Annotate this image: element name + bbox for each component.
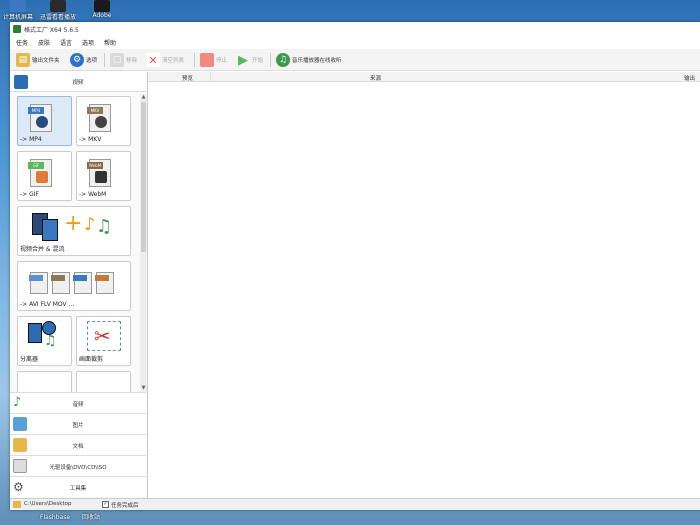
desktop-label-flashbase[interactable]: Flashbase: [40, 514, 70, 521]
menu-skin[interactable]: 皮肤: [38, 38, 50, 47]
output-folder-button[interactable]: ▤ 输出文件夹: [16, 52, 60, 68]
start-icon: ▶: [238, 52, 248, 68]
clear-icon: ✕: [146, 53, 160, 67]
menu-help[interactable]: 帮助: [104, 38, 116, 47]
toolbar: ▤ 输出文件夹 ⚙ 选项 ▢ 移除 ✕ 清空列表 停止 ▶ 开始 ♫ 音乐播放器…: [10, 49, 700, 71]
scroll-up-icon[interactable]: ▲: [140, 94, 147, 101]
menu-task[interactable]: 任务: [16, 38, 28, 47]
category-disc[interactable]: 光驱设备\DVD\CD\ISO: [10, 455, 146, 476]
scroll-thumb[interactable]: [141, 102, 146, 252]
scroll-down-icon[interactable]: ▼: [140, 385, 147, 392]
desktop-icon-label: Adobe: [92, 12, 112, 19]
column-output[interactable]: 输出: [684, 74, 695, 82]
webm-file-icon: WebM: [85, 157, 113, 187]
desktop-bottom-labels: Flashbase 回收站: [40, 512, 140, 524]
toolbar-separator: [270, 53, 271, 67]
output-path[interactable]: C:\Users\Desktop: [24, 501, 71, 507]
player-icon: [50, 0, 66, 12]
adobe-icon: [94, 0, 110, 12]
task-list[interactable]: 预览 来源 输出: [148, 72, 700, 498]
start-button[interactable]: ▶ 开始: [236, 52, 263, 68]
tile-gif[interactable]: GIF -> GIF: [17, 151, 72, 201]
desktop-icon-2[interactable]: 迅雷看看播放: [40, 0, 76, 22]
tile-merge-mux[interactable]: + ♪ ♫ 视频合并 & 混流: [17, 206, 131, 256]
monitor-icon: [10, 0, 26, 12]
remove-button[interactable]: ▢ 移除: [110, 52, 137, 68]
scissors-icon: ✂: [87, 321, 121, 351]
tile-splitter[interactable]: ♫ 分离器: [17, 316, 72, 366]
mp4-file-icon: MP4: [26, 102, 54, 132]
film-plus-music-icon: + ♪ ♫: [32, 211, 122, 241]
options-icon: ⚙: [70, 53, 84, 67]
title-bar: 格式工厂 X64 5.6.5: [10, 22, 700, 36]
tile-avi-flv-mov[interactable]: -> AVI FLV MOV ...: [17, 261, 131, 311]
folder-icon: ▤: [16, 53, 30, 67]
options-button[interactable]: ⚙ 选项: [70, 52, 97, 68]
app-icon: [13, 25, 21, 33]
category-document[interactable]: 文档: [10, 434, 146, 455]
remove-icon: ▢: [110, 53, 124, 67]
after-finish-checkbox[interactable]: ✓: [102, 501, 109, 508]
window-title: 格式工厂 X64 5.6.5: [24, 27, 79, 34]
category-panel: 视频 MP4 -> MP4 MKV -> MKV GIF -> GIF WebM…: [10, 72, 148, 498]
task-list-header: 预览 来源 输出: [148, 72, 700, 82]
category-image[interactable]: 图片: [10, 413, 146, 434]
tile-mkv[interactable]: MKV -> MKV: [76, 96, 131, 146]
tile-more-1[interactable]: [17, 371, 72, 392]
gif-file-icon: GIF: [26, 157, 54, 187]
tiles-scrollbar[interactable]: ▲ ▼: [140, 94, 147, 392]
category-tools[interactable]: ⚙ 工具集: [10, 476, 146, 497]
tile-crop[interactable]: ✂ 画面裁剪: [76, 316, 131, 366]
desktop-icon-label: 迅雷看看播放: [40, 14, 76, 21]
desktop-label-recycle[interactable]: 回收站: [82, 512, 100, 521]
desktop-icon-label: 计算机屏幕: [2, 14, 33, 21]
stop-button[interactable]: 停止: [200, 52, 227, 68]
column-source[interactable]: 来源: [370, 74, 381, 82]
after-finish-label: 任务完成后: [111, 503, 139, 509]
video-tiles: MP4 -> MP4 MKV -> MKV GIF -> GIF WebM ->…: [10, 94, 138, 392]
status-bar: C:\Users\Desktop ✓ 任务完成后: [10, 498, 700, 510]
menu-options[interactable]: 选项: [82, 38, 94, 47]
menu-bar: 任务 皮肤 语言 选项 帮助: [10, 36, 700, 48]
toolbar-separator: [194, 53, 195, 67]
tile-webm[interactable]: WebM -> WebM: [76, 151, 131, 201]
tile-mp4[interactable]: MP4 -> MP4: [17, 96, 72, 146]
video-category-header[interactable]: 视频: [10, 72, 146, 92]
multi-format-icon: [29, 268, 126, 296]
music-player-button[interactable]: ♫ 音乐播放器在线收听: [276, 52, 342, 68]
music-globe-icon: ♫: [276, 53, 290, 67]
tile-more-2[interactable]: [76, 371, 131, 392]
column-preview[interactable]: 预览: [182, 74, 193, 82]
film-reel-music-icon: ♫: [28, 321, 62, 351]
desktop-icons: 计算机屏幕 迅雷看看播放 Adobe: [0, 0, 130, 22]
category-audio[interactable]: ♪ 音频: [10, 392, 146, 413]
stop-icon: [200, 53, 214, 67]
mkv-file-icon: MKV: [85, 102, 113, 132]
menu-language[interactable]: 语言: [60, 38, 72, 47]
desktop-icon-3[interactable]: Adobe: [84, 0, 120, 22]
desktop-icon-1[interactable]: 计算机屏幕: [0, 0, 36, 22]
toolbar-separator: [104, 53, 105, 67]
clear-list-button[interactable]: ✕ 清空列表: [146, 52, 184, 68]
app-window: 格式工厂 X64 5.6.5 任务 皮肤 语言 选项 帮助 ▤ 输出文件夹 ⚙ …: [10, 22, 700, 510]
folder-icon: [13, 501, 21, 508]
